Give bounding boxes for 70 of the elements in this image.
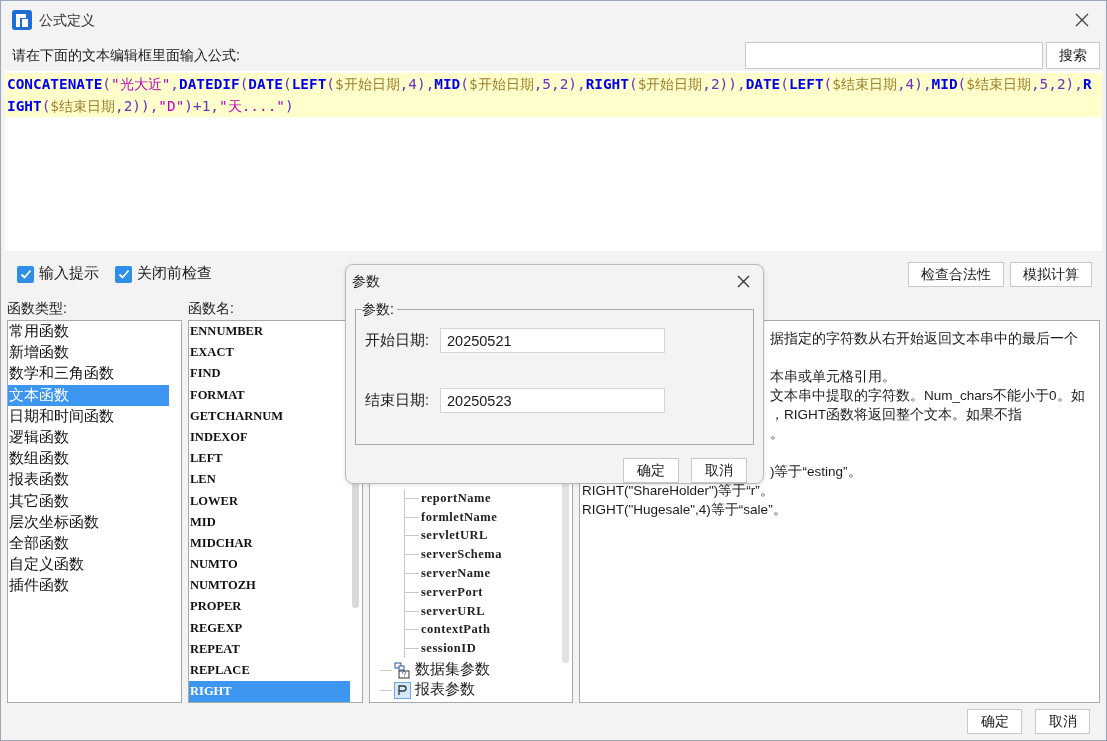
- tree-item[interactable]: 数据集参数: [415, 659, 490, 681]
- description-text: RIGHT("Hugesale",4)等于“sale”。: [582, 501, 787, 519]
- list-item[interactable]: MID: [189, 511, 350, 533]
- search-button[interactable]: 搜索: [1046, 41, 1100, 69]
- tree-item[interactable]: sessionID: [421, 639, 477, 658]
- list-item[interactable]: 报表函数: [8, 469, 169, 491]
- list-item[interactable]: 层次坐标函数: [8, 511, 169, 533]
- list-item[interactable]: REPEAT: [189, 638, 350, 660]
- list-header: 函数类型:: [7, 299, 68, 318]
- parameter-icon: [394, 681, 411, 699]
- list-item[interactable]: 自定义函数: [8, 554, 169, 576]
- checkbox-label: 输入提示: [39, 264, 99, 284]
- list-item[interactable]: 全部函数: [8, 532, 169, 555]
- app-logo-icon: [12, 10, 32, 30]
- window-title: 公式定义: [39, 10, 95, 30]
- description-text: )等于“esting”。: [770, 463, 862, 481]
- tree-item[interactable]: reportName: [421, 488, 492, 508]
- list-item[interactable]: 数组函数: [8, 448, 169, 470]
- description-text: 据指定的字符数从右开始返回文本串中的最后一个: [770, 330, 1078, 348]
- list-item[interactable]: 新增函数: [8, 342, 169, 364]
- list-item[interactable]: REPLACE: [189, 660, 350, 682]
- tree-item[interactable]: contextPath: [421, 620, 491, 640]
- list-item[interactable]: 数学和三角函数: [8, 363, 169, 385]
- tree-item[interactable]: serverURL: [421, 601, 486, 621]
- check-icon: [19, 268, 32, 280]
- formula-editor[interactable]: CONCATENATE("光大近",DATEDIF(DATE(LEFT($开始日期,4),MID($开始日期,5,2),RIGHT($开始日期,2)),DATE(LEFT($结束日期,4),MID($结束日期,5,2),RIGHT($结束日期,2)),"D")+1,"天...."): [5, 71, 1102, 251]
- checkbox[interactable]: [115, 265, 132, 283]
- tree-item[interactable]: serverName: [421, 564, 491, 583]
- close-icon: [1075, 13, 1089, 27]
- list-item[interactable]: 其它函数: [8, 490, 169, 512]
- description-text: 文本串中提取的字符数。Num_chars不能小于0。如: [770, 387, 1085, 405]
- footer-button[interactable]: 取消: [1035, 709, 1090, 734]
- dataset-icon: [394, 661, 411, 679]
- date-field[interactable]: 20250523: [440, 388, 665, 413]
- group-label: 参数:: [362, 299, 397, 320]
- description-text: 。: [770, 425, 784, 443]
- list-item[interactable]: PROPER: [189, 596, 350, 618]
- tree-item[interactable]: serverPort: [421, 582, 483, 602]
- description-text: ，RIGHT函数将返回整个文本。如果不指: [770, 406, 1022, 424]
- tree-item[interactable]: 报表参数: [415, 679, 475, 701]
- tree-item[interactable]: serverSchema: [421, 545, 502, 564]
- dialog-button[interactable]: 取消: [691, 458, 747, 483]
- list-item[interactable]: REGEXP: [189, 617, 350, 639]
- dialog-button[interactable]: 确定: [623, 458, 679, 483]
- dialog-title: 参数: [352, 271, 380, 291]
- list-header: 函数名:: [188, 299, 235, 318]
- action-button[interactable]: 检查合法性: [908, 261, 1004, 287]
- list-item[interactable]: LOWER: [189, 490, 350, 512]
- checkbox[interactable]: [17, 265, 34, 283]
- check-icon: [117, 268, 130, 280]
- tree-item[interactable]: servletURL: [421, 526, 488, 546]
- checkbox-label: 关闭前检查: [137, 264, 212, 284]
- list-item[interactable]: 常用函数: [8, 321, 169, 343]
- field-label: 开始日期:: [365, 330, 431, 350]
- search-field[interactable]: [745, 41, 1043, 69]
- close-icon: [736, 274, 750, 288]
- action-button[interactable]: 模拟计算: [1010, 261, 1092, 287]
- field-label: 结束日期:: [365, 390, 431, 410]
- list-item[interactable]: NUMTO: [189, 554, 350, 576]
- description-text: RIGHT("ShareHolder")等于“r”。: [582, 482, 774, 500]
- tree-item[interactable]: formletName: [421, 507, 498, 527]
- footer-button[interactable]: 确定: [967, 709, 1022, 734]
- list-item[interactable]: 插件函数: [8, 575, 169, 597]
- list-item[interactable]: MIDCHAR: [189, 532, 350, 555]
- list-item[interactable]: 日期和时间函数: [8, 405, 169, 427]
- date-field[interactable]: 20250521: [440, 328, 665, 353]
- editor-label: 请在下面的文本编辑框里面输入公式:: [12, 45, 240, 65]
- list-item[interactable]: NUMTOZH: [189, 575, 350, 597]
- description-text: 本串或单元格引用。: [770, 368, 896, 386]
- list-item[interactable]: 逻辑函数: [8, 426, 169, 449]
